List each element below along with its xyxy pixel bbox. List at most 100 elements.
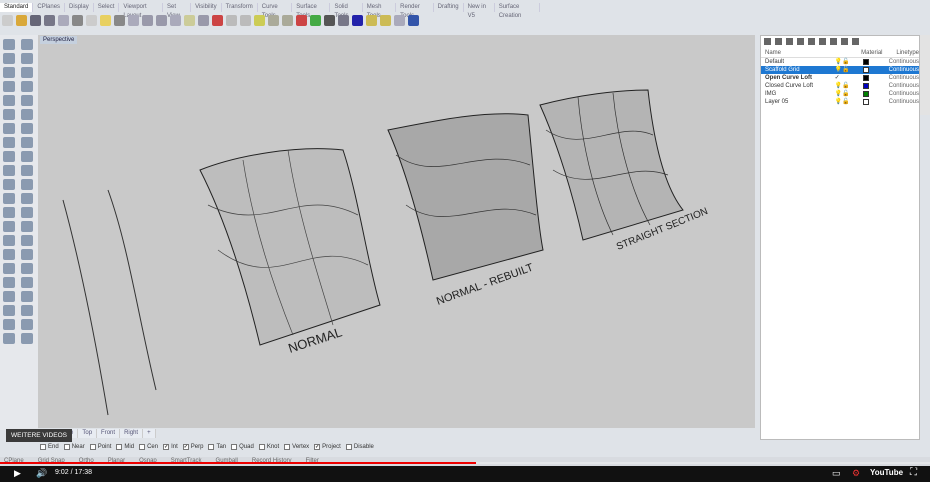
toolbar-tab[interactable]: Surface Creation [495, 3, 540, 19]
viewport-tab[interactable]: Top [78, 429, 98, 438]
toolbar-button-icon[interactable] [352, 14, 363, 26]
tool-button-icon[interactable] [3, 39, 15, 50]
toolbar-button-icon[interactable] [240, 14, 251, 26]
tool-button-icon[interactable] [21, 193, 33, 204]
layer-row[interactable]: Default 💡🔓 Continuous [761, 58, 919, 66]
osnap-checkbox[interactable]: ✓ [182, 444, 189, 450]
toolbar-tab[interactable]: CPlanes [33, 3, 66, 12]
toolbar-button-icon[interactable] [30, 14, 41, 26]
layer-color-swatch[interactable] [862, 67, 869, 73]
toolbar-button-icon[interactable] [310, 14, 321, 26]
layer-visibility-lock-icons[interactable]: 💡🔓 [835, 58, 863, 66]
tool-button-icon[interactable] [21, 221, 33, 232]
toolbar-button-icon[interactable] [408, 14, 419, 26]
osnap-option[interactable]: ✓ Int [163, 444, 178, 450]
tool-button-icon[interactable] [21, 109, 33, 120]
layer-color-swatch[interactable] [862, 99, 869, 105]
tool-button-icon[interactable] [3, 305, 15, 316]
layer-row[interactable]: IMG 💡🔓 Continuous [761, 90, 919, 98]
toolbar-tab[interactable]: Curve Tools [258, 3, 293, 19]
toolbar-tab[interactable]: Render Tools [396, 3, 434, 19]
toolbar-button-icon[interactable] [128, 14, 139, 26]
toolbar-button-icon[interactable] [296, 14, 307, 26]
osnap-checkbox[interactable] [139, 444, 146, 450]
osnap-option[interactable]: ✓ Project [314, 444, 341, 450]
toolbar-button-icon[interactable] [44, 14, 55, 26]
osnap-option[interactable]: Point [89, 444, 111, 450]
toolbar-button-icon[interactable] [156, 14, 167, 26]
toolbar-tab[interactable]: Display [65, 3, 94, 12]
osnap-checkbox[interactable] [208, 444, 215, 450]
tool-button-icon[interactable] [3, 109, 15, 120]
tool-button-icon[interactable] [21, 137, 33, 148]
toolbar-tab[interactable]: Viewport Layout [119, 3, 164, 19]
osnap-option[interactable]: Disable [345, 444, 374, 450]
layer-color-swatch[interactable] [862, 83, 869, 89]
subtitles-icon[interactable]: ▭ [832, 468, 841, 479]
tool-button-icon[interactable] [21, 319, 33, 330]
toolbar-tab[interactable]: Mesh Tools [363, 3, 397, 19]
osnap-option[interactable]: Vertex [284, 444, 309, 450]
viewport-tab[interactable]: Front [97, 429, 121, 438]
tool-button-icon[interactable] [3, 95, 15, 106]
tool-button-icon[interactable] [21, 235, 33, 246]
osnap-checkbox[interactable] [116, 444, 123, 450]
layer-row[interactable]: Layer 05 💡🔓 Continuous [761, 98, 919, 106]
toolbar-tab[interactable]: Select [94, 3, 120, 12]
tool-button-icon[interactable] [21, 81, 33, 92]
toolbar-button-icon[interactable] [184, 14, 195, 26]
tool-button-icon[interactable] [3, 137, 15, 148]
osnap-checkbox[interactable] [284, 444, 291, 450]
toolbar-button-icon[interactable] [86, 14, 97, 26]
more-videos-overlay[interactable]: WEITERE VIDEOS [6, 429, 72, 442]
osnap-option[interactable]: End [40, 444, 59, 450]
toolbar-button-icon[interactable] [394, 14, 405, 26]
viewport-label[interactable]: Perspective [40, 36, 78, 44]
tool-button-icon[interactable] [21, 151, 33, 162]
tool-button-icon[interactable] [3, 123, 15, 134]
tool-button-icon[interactable] [21, 179, 33, 190]
viewport-tab[interactable]: Right [120, 429, 144, 438]
tool-button-icon[interactable] [21, 123, 33, 134]
osnap-option[interactable]: Mid [116, 444, 134, 450]
toolbar-button-icon[interactable] [324, 14, 335, 26]
osnap-checkbox[interactable]: ✓ [314, 444, 321, 450]
osnap-option[interactable]: Cen [139, 444, 158, 450]
toolbar-tab[interactable]: Transform [222, 3, 258, 12]
toolbar-button-icon[interactable] [338, 14, 349, 26]
toolbar-button-icon[interactable] [282, 14, 293, 26]
osnap-checkbox[interactable] [231, 444, 238, 450]
fullscreen-icon[interactable]: ⛶ [910, 467, 917, 478]
settings-icon[interactable]: ⚙ [852, 468, 860, 479]
toolbar-button-icon[interactable] [254, 14, 265, 26]
tool-button-icon[interactable] [3, 249, 15, 260]
tool-button-icon[interactable] [3, 333, 15, 344]
toolbar-tab[interactable]: Standard [0, 3, 34, 12]
tool-button-icon[interactable] [3, 81, 15, 92]
layer-visibility-lock-icons[interactable]: 💡🔓 [835, 66, 863, 74]
osnap-checkbox[interactable] [63, 444, 70, 450]
layer-visibility-lock-icons[interactable]: 💡🔓 [835, 82, 863, 90]
panel-side-tabs[interactable] [920, 35, 930, 115]
tool-button-icon[interactable] [3, 165, 15, 176]
tool-button-icon[interactable] [3, 263, 15, 274]
layer-color-swatch[interactable] [862, 59, 869, 65]
perspective-viewport[interactable]: Perspective NORMAL NORMAL - REBUILT STRA… [38, 35, 755, 428]
osnap-checkbox[interactable] [258, 444, 265, 450]
layer-color-swatch[interactable] [862, 75, 869, 81]
toolbar-tab[interactable]: Surface Tools [292, 3, 331, 19]
layer-row[interactable]: Open Curve Loft ✓ Continuous [761, 74, 919, 82]
toolbar-button-icon[interactable] [142, 14, 153, 26]
layer-visibility-lock-icons[interactable]: 💡🔓 [835, 98, 863, 106]
tool-button-icon[interactable] [3, 193, 15, 204]
toolbar-tab[interactable]: Set View [163, 3, 192, 19]
toolbar-button-icon[interactable] [212, 14, 223, 26]
toolbar-button-icon[interactable] [268, 14, 279, 26]
tool-button-icon[interactable] [21, 277, 33, 288]
toolbar-button-icon[interactable] [2, 14, 13, 26]
tool-button-icon[interactable] [3, 277, 15, 288]
tool-button-icon[interactable] [21, 53, 33, 64]
layer-visibility-lock-icons[interactable]: 💡🔓 [835, 90, 863, 98]
toolbar-tab[interactable]: Drafting [434, 3, 464, 12]
toolbar-button-icon[interactable] [198, 14, 209, 26]
